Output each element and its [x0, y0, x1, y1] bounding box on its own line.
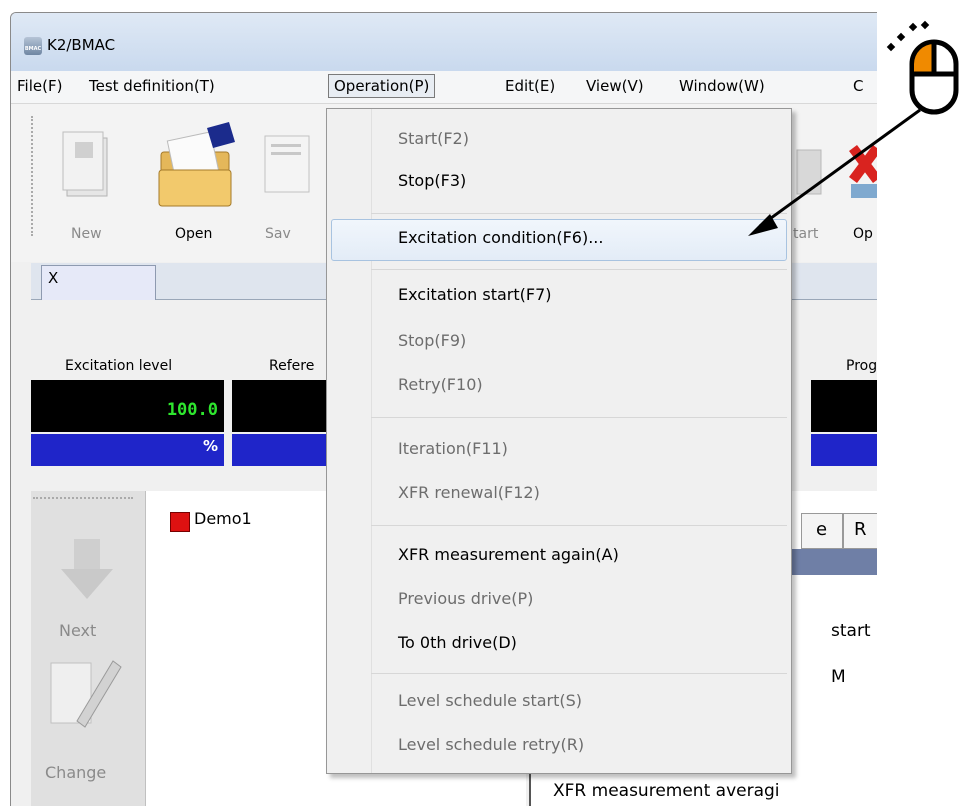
progress-value-display — [811, 380, 877, 432]
menu-item-previous-drive[interactable]: Previous drive(P) — [327, 581, 791, 621]
status-tab-2-label: R — [854, 519, 867, 540]
menu-item-xfr-measurement-again-label: XFR measurement again(A) — [398, 545, 619, 564]
menu-item-level-schedule-start[interactable]: Level schedule start(S) — [327, 683, 791, 723]
menu-item-excitation-condition[interactable]: Excitation condition(F6)... — [331, 219, 787, 261]
start-icon — [796, 149, 822, 195]
menu-test-definition[interactable]: Test definition(T) — [89, 77, 215, 95]
status-tab-1[interactable]: e — [801, 513, 843, 549]
window-title: K2/BMAC — [47, 36, 116, 54]
menu-view[interactable]: View(V) — [586, 77, 644, 95]
new-button-label: New — [71, 226, 102, 242]
menu-item-iteration[interactable]: Iteration(F11) — [327, 431, 791, 471]
status-line-m: M — [831, 667, 846, 687]
status-line-start: start — [831, 621, 871, 641]
tab-x-label: X — [48, 269, 59, 287]
menu-item-previous-drive-label: Previous drive(P) — [398, 589, 534, 608]
app-icon-text: BMAC — [24, 46, 42, 52]
panel-grip[interactable] — [33, 497, 133, 501]
change-button[interactable]: Change — [31, 651, 145, 791]
status-tab-2[interactable]: R — [843, 513, 877, 549]
menu-operation[interactable]: Operation(P) — [328, 74, 436, 98]
test-node-icon — [170, 512, 190, 532]
menu-item-retry-label: Retry(F10) — [398, 375, 483, 394]
start-button[interactable]: tart — [791, 122, 831, 247]
menu-separator — [371, 417, 787, 418]
title-bar: BMAC K2/BMAC — [11, 13, 877, 71]
menu-item-start[interactable]: Start(F2) — [327, 121, 791, 161]
menu-item-level-schedule-retry-label: Level schedule retry(R) — [398, 735, 585, 754]
excitation-value: 100.0 — [166, 400, 218, 420]
menu-item-stop-label: Stop(F3) — [398, 171, 467, 190]
menu-item-to-0th-drive-label: To 0th drive(D) — [398, 633, 517, 652]
menu-item-xfr-renewal-label: XFR renewal(F12) — [398, 483, 540, 502]
menu-item-to-0th-drive[interactable]: To 0th drive(D) — [327, 625, 791, 665]
save-icon — [264, 135, 310, 193]
progress-unit-display — [811, 434, 877, 466]
open-button-label: Open — [175, 226, 213, 242]
reference-unit-display — [232, 434, 332, 466]
menu-item-excitation-start-label: Excitation start(F7) — [398, 285, 552, 304]
menu-item-iteration-label: Iteration(F11) — [398, 439, 508, 458]
reference-label: Refere — [269, 358, 315, 374]
excitation-level-label: Excitation level — [65, 358, 173, 374]
menu-separator — [371, 213, 787, 214]
menu-bar: File(F) Test definition(T) Operation(P) … — [11, 71, 877, 104]
menu-item-level-schedule-retry[interactable]: Level schedule retry(R) — [327, 727, 791, 767]
menu-more[interactable]: C — [853, 77, 863, 95]
edit-pencil-icon — [50, 660, 122, 728]
next-button[interactable]: Next — [31, 509, 145, 649]
excitation-value-display: 100.0 — [31, 380, 224, 432]
save-button-label: Sav — [265, 226, 291, 242]
change-button-label: Change — [45, 763, 107, 782]
menu-item-xfr-renewal[interactable]: XFR renewal(F12) — [327, 475, 791, 515]
menu-item-excitation-condition-label: Excitation condition(F6)... — [398, 228, 604, 247]
operation-button-label: Op — [853, 226, 873, 242]
open-folder-icon — [158, 122, 235, 207]
stop-x-icon — [849, 145, 877, 198]
new-button[interactable]: New — [51, 122, 121, 247]
status-tab-1-label: e — [816, 519, 828, 540]
excitation-unit-display: % — [31, 434, 224, 466]
menu-edit[interactable]: Edit(E) — [505, 77, 555, 95]
menu-item-stop-f9[interactable]: Stop(F9) — [327, 323, 791, 363]
new-document-icon — [62, 131, 108, 197]
operation-button[interactable]: Op — [847, 122, 877, 247]
menu-separator — [371, 269, 787, 270]
menu-item-stop-f9-label: Stop(F9) — [398, 331, 467, 350]
progress-label: Prog — [846, 358, 877, 374]
status-line-xfr: XFR measurement averagi — [553, 781, 780, 801]
menu-window[interactable]: Window(W) — [679, 77, 765, 95]
next-arrow-stem — [74, 539, 100, 571]
open-button[interactable]: Open — [151, 122, 241, 247]
toolbar-grip[interactable] — [31, 116, 37, 236]
menu-file[interactable]: File(F) — [17, 77, 62, 95]
reference-value-display — [232, 380, 332, 432]
tab-x[interactable]: X — [41, 265, 156, 300]
next-button-label: Next — [59, 621, 97, 640]
operation-dropdown-menu: Start(F2) Stop(F3) Excitation condition(… — [326, 108, 792, 774]
app-icon: BMAC — [24, 37, 42, 55]
menu-separator — [371, 673, 787, 674]
menu-item-start-label: Start(F2) — [398, 129, 469, 148]
tree-node-demo1[interactable]: Demo1 — [194, 509, 252, 528]
excitation-unit: % — [202, 437, 218, 455]
menu-item-xfr-measurement-again[interactable]: XFR measurement again(A) — [327, 537, 791, 577]
menu-item-stop[interactable]: Stop(F3) — [327, 163, 791, 203]
save-button[interactable]: Sav — [259, 122, 329, 247]
down-arrow-icon — [61, 569, 113, 599]
mouse-click-icon — [886, 20, 959, 115]
action-panel: Next Change — [31, 491, 146, 806]
start-button-label: tart — [793, 226, 819, 242]
menu-item-retry[interactable]: Retry(F10) — [327, 367, 791, 407]
menu-item-excitation-start[interactable]: Excitation start(F7) — [327, 277, 791, 317]
menu-separator — [371, 525, 787, 526]
menu-item-level-schedule-start-label: Level schedule start(S) — [398, 691, 583, 710]
